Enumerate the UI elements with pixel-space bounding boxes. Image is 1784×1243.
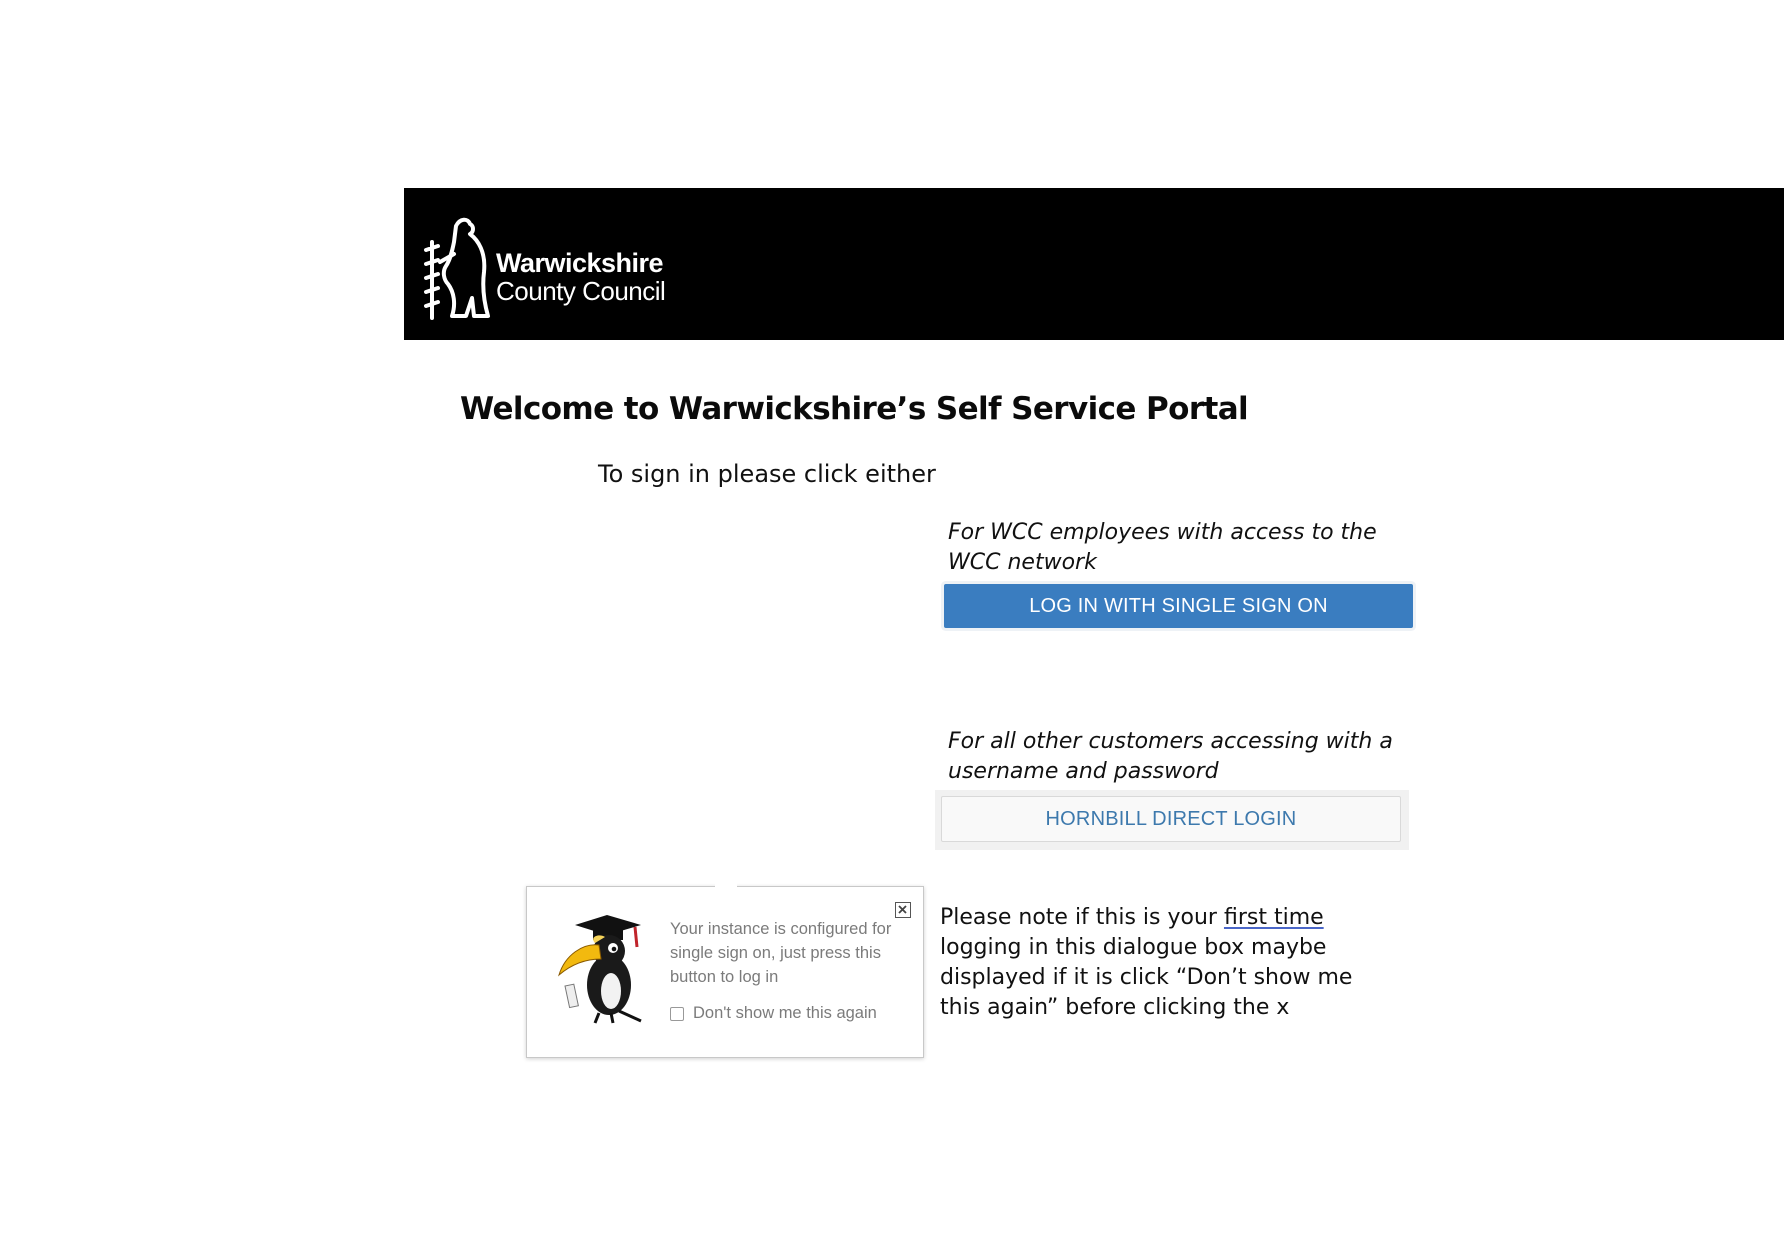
- wcc-employees-note: For WCC employees with access to the WCC…: [948, 520, 1377, 575]
- single-sign-on-button[interactable]: LOG IN WITH SINGLE SIGN ON: [944, 584, 1413, 628]
- logo-line-2: County Council: [496, 276, 666, 306]
- first-time-note-part-2: logging in this dialogue box maybe displ…: [940, 935, 1353, 1020]
- dont-show-again-checkbox[interactable]: [670, 1006, 684, 1021]
- hornbill-graduate-icon: [555, 915, 651, 1031]
- direct-login-container: HORNBILL DIRECT LOGIN: [935, 790, 1409, 850]
- page-title: Welcome to Warwickshire’s Self Service P…: [460, 391, 1249, 427]
- dialog-pointer: [715, 880, 737, 888]
- council-logo[interactable]: Warwickshire County Council: [422, 204, 666, 324]
- logo-text: Warwickshire County Council: [496, 248, 666, 306]
- close-icon[interactable]: [895, 902, 911, 918]
- dont-show-again-row[interactable]: Don't show me this again: [670, 1004, 877, 1023]
- bear-and-ragged-staff-icon: [422, 212, 492, 324]
- first-time-note: Please note if this is your first time l…: [940, 903, 1390, 1023]
- sso-info-dialog: Your instance is configured for single s…: [526, 880, 924, 1058]
- sign-in-intro: To sign in please click either: [598, 460, 936, 488]
- first-time-highlight: first time: [1223, 905, 1324, 930]
- hornbill-direct-login-button[interactable]: HORNBILL DIRECT LOGIN: [941, 796, 1401, 842]
- header-banner: Warwickshire County Council: [404, 188, 1784, 340]
- page: Warwickshire County Council Welcome to W…: [0, 0, 1784, 1243]
- dont-show-again-label[interactable]: Don't show me this again: [693, 1004, 877, 1023]
- logo-line-1: Warwickshire: [496, 248, 664, 278]
- dialog-message: Your instance is configured for single s…: [670, 920, 892, 986]
- first-time-note-part-1: Please note if this is your: [940, 905, 1224, 930]
- other-customers-note: For all other customers accessing with a…: [948, 729, 1393, 784]
